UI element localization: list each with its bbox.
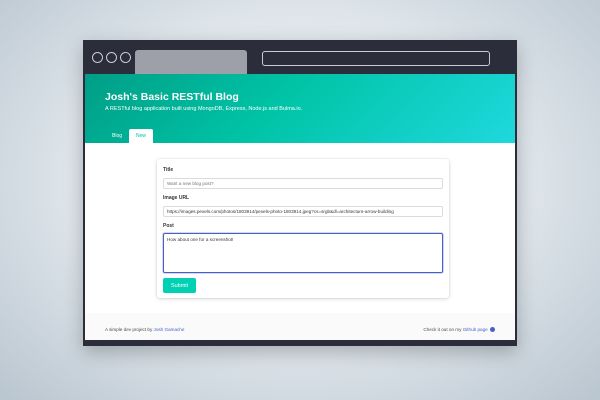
- github-link[interactable]: Github page: [463, 327, 488, 332]
- image-url-input[interactable]: [163, 206, 443, 217]
- new-post-form: Title Image URL Post How about one for a…: [157, 159, 449, 298]
- browser-chrome: [85, 42, 515, 74]
- tab-new[interactable]: New: [129, 129, 154, 143]
- footer: A simple dev project by Josh Gamache Che…: [85, 313, 515, 342]
- browser-window: Josh's Basic RESTful Blog A RESTful blog…: [83, 40, 517, 346]
- page-subtitle: A RESTful blog application built using M…: [105, 106, 303, 112]
- page-title: Josh's Basic RESTful Blog: [105, 91, 239, 103]
- post-textarea[interactable]: How about one for a screenshot!: [163, 233, 443, 273]
- footer-github-text: Check it out on my: [423, 327, 463, 332]
- title-input[interactable]: [163, 178, 443, 189]
- address-bar[interactable]: [262, 51, 490, 66]
- image-url-label: Image URL: [163, 195, 190, 201]
- footer-credit-text: A simple dev project by: [105, 327, 154, 332]
- browser-tab[interactable]: [135, 50, 247, 74]
- window-maximize-icon[interactable]: [120, 52, 131, 63]
- window-close-icon[interactable]: [92, 52, 103, 63]
- title-label: Title: [163, 167, 174, 173]
- github-icon[interactable]: [490, 327, 495, 333]
- window-minimize-icon[interactable]: [106, 52, 117, 63]
- footer-credit: A simple dev project by Josh Gamache: [105, 327, 184, 332]
- window-bottom-bar: [85, 340, 515, 344]
- footer-github: Check it out on my Github page: [423, 327, 495, 333]
- submit-button[interactable]: Submit: [163, 278, 196, 293]
- tab-blog[interactable]: Blog: [105, 129, 129, 143]
- post-label: Post: [163, 223, 174, 229]
- nav-tabs: Blog New: [105, 129, 154, 143]
- author-link[interactable]: Josh Gamache: [154, 327, 185, 332]
